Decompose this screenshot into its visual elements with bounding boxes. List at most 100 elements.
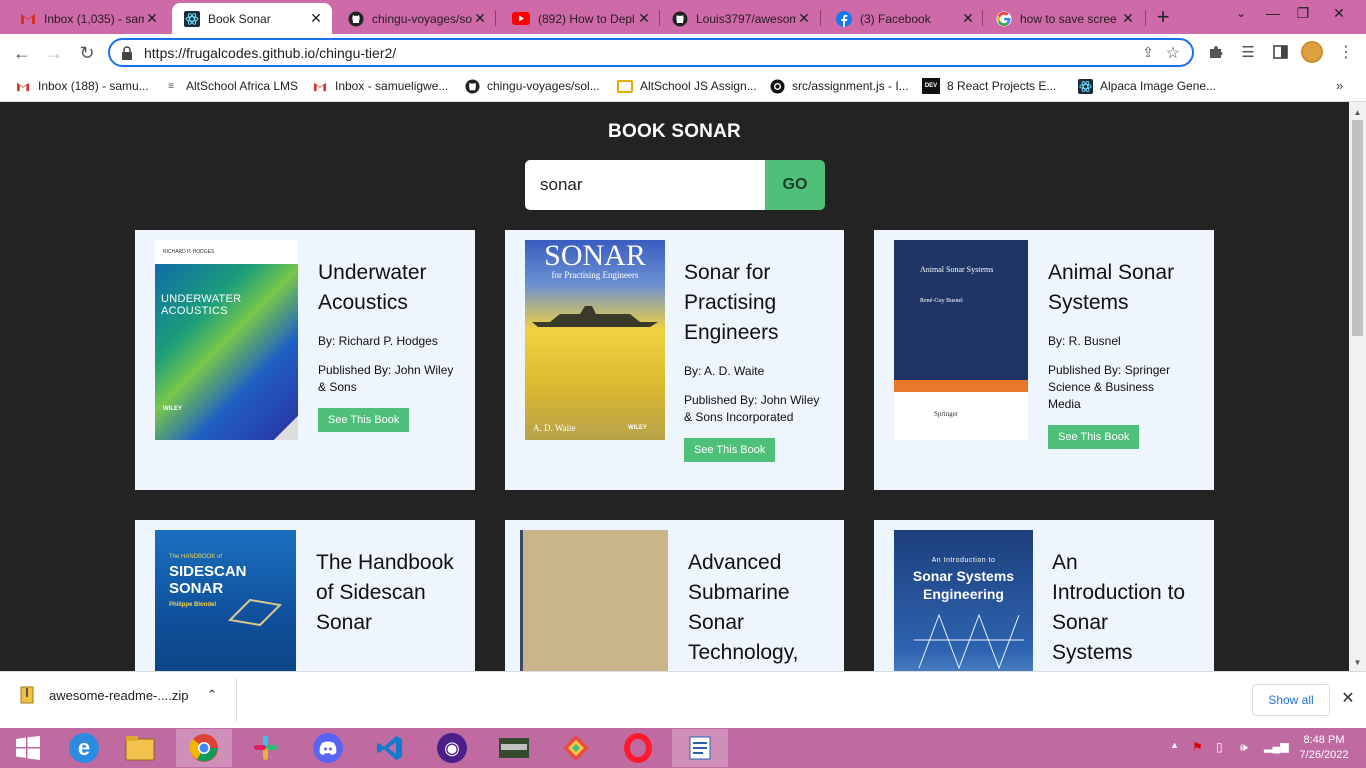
tab-facebook[interactable]: (3) Facebook ✕ (824, 3, 984, 34)
bookmark-item[interactable]: src/assignment.js - I... (769, 77, 909, 95)
file-explorer-icon[interactable] (112, 730, 168, 766)
book-title: An Introduction to Sonar Systems (1052, 551, 1186, 664)
book-card: An Introduction to Sonar Systems Enginee… (874, 520, 1214, 671)
download-item[interactable]: awesome-readme-....zip ⌃ (18, 686, 217, 704)
battery-icon[interactable]: ▯ (1216, 740, 1223, 754)
volume-icon[interactable]: 🕪 (1240, 740, 1248, 755)
tab-gmail-inbox[interactable]: Inbox (1,035) - sam ✕ (8, 3, 168, 34)
forward-arrow-icon[interactable]: → (41, 40, 67, 66)
book-cover-image[interactable]: An Introduction to Sonar Systems Enginee… (894, 530, 1033, 671)
tab-separator (659, 10, 660, 26)
windows-start-icon[interactable] (0, 730, 56, 766)
see-this-book-button[interactable]: See This Book (684, 438, 776, 462)
close-icon[interactable]: ✕ (144, 10, 160, 27)
bookmark-item[interactable]: DEV 8 React Projects E... (922, 77, 1056, 95)
new-tab-plus-icon[interactable]: + (1152, 4, 1174, 29)
minimize-icon[interactable]: — (1262, 2, 1284, 24)
back-arrow-icon[interactable]: ← (9, 40, 35, 66)
book-cover-image[interactable] (520, 530, 668, 671)
dev-icon: DEV (922, 78, 940, 94)
extensions-puzzle-icon[interactable] (1206, 42, 1226, 62)
window-close-icon[interactable]: ✕ (1328, 2, 1350, 24)
share-icon[interactable]: ⇪ (1142, 44, 1154, 61)
network-signal-icon[interactable]: ▂▄▆ (1264, 740, 1289, 753)
go-button[interactable]: GO (765, 160, 825, 210)
bookmark-item[interactable]: Inbox - samueligwe... (312, 77, 448, 95)
tab-search-chevron-icon[interactable]: ⌄ (1230, 2, 1252, 24)
bookmark-item[interactable]: Alpaca Image Gene... (1077, 77, 1216, 95)
tab-separator (982, 10, 983, 26)
git-client-icon[interactable] (548, 730, 604, 766)
see-this-book-button[interactable]: See This Book (318, 408, 410, 432)
profile-avatar[interactable] (1301, 41, 1323, 63)
side-panel-icon[interactable] (1270, 42, 1290, 62)
game-launcher-icon[interactable] (486, 730, 542, 766)
book-info: Sonar for Practising Engineers By: A. D.… (684, 258, 824, 462)
chevron-up-icon[interactable]: ⌃ (206, 687, 217, 703)
show-all-downloads-button[interactable]: Show all (1252, 684, 1330, 716)
more-bookmarks-chevron-icon[interactable]: » (1336, 78, 1343, 93)
book-author: By: A. D. Waite (684, 364, 765, 378)
chrome-icon[interactable] (176, 729, 232, 767)
close-icon[interactable]: ✕ (1120, 10, 1136, 27)
close-icon[interactable]: ✕ (472, 10, 488, 27)
book-title: Underwater Acoustics (318, 261, 427, 314)
cover-publisher: Springer (934, 410, 959, 418)
podcast-app-icon[interactable]: ◉ (424, 730, 480, 766)
address-bar[interactable]: https://frugalcodes.github.io/chingu-tie… (108, 38, 1194, 67)
book-cover-image[interactable]: The HANDBOOK of SIDESCAN SONAR Philippe … (155, 530, 296, 671)
slack-icon[interactable] (238, 730, 294, 766)
opera-icon[interactable] (610, 730, 666, 766)
tab-strip: Inbox (1,035) - sam ✕ Book Sonar ✕ ching… (0, 0, 1366, 34)
flag-alert-icon[interactable]: ⚑ (1192, 740, 1203, 754)
bookmark-item[interactable]: Inbox (188) - samu... (15, 77, 149, 95)
close-icon[interactable]: ✕ (960, 10, 976, 27)
tab-separator (495, 10, 496, 26)
book-cover-image[interactable]: Animal Sonar Systems René-Guy Busnel Spr… (894, 240, 1028, 440)
search-input[interactable] (525, 160, 765, 210)
more-menu-icon[interactable]: ⋮ (1336, 42, 1356, 62)
book-author: By: Richard P. Hodges (318, 334, 438, 348)
tab-title: (3) Facebook (860, 11, 931, 26)
vscode-icon[interactable] (362, 730, 418, 766)
bookmark-item[interactable]: ≡ AltSchool Africa LMS (163, 77, 298, 95)
close-icon[interactable]: ✕ (796, 10, 812, 27)
scrollbar-thumb[interactable] (1352, 120, 1363, 336)
clock-date: 7/26/2022 (1299, 749, 1349, 761)
youtube-icon (512, 12, 530, 25)
reload-icon[interactable]: ↻ (74, 40, 100, 66)
tray-chevron-up-icon[interactable]: ▲ (1170, 740, 1179, 750)
tab-chingu-voyages[interactable]: chingu-voyages/so ✕ (336, 3, 496, 34)
gmail-icon (20, 12, 36, 25)
scroll-up-arrow-icon[interactable]: ▲ (1352, 107, 1363, 117)
book-cover-image[interactable]: SONAR for Practising Engineers A. D. Wai… (525, 240, 665, 440)
bookmark-label: Inbox (188) - samu... (38, 79, 149, 93)
system-clock[interactable]: 8:48 PM 7/26/2022 (1290, 733, 1358, 763)
media-queue-icon[interactable]: ☰ (1238, 42, 1258, 62)
wordpad-icon[interactable] (672, 729, 728, 767)
restore-icon[interactable]: ❐ (1292, 2, 1314, 24)
bookmark-label: AltSchool Africa LMS (186, 79, 299, 93)
tab-youtube[interactable]: (892) How to Depl ✕ (500, 3, 660, 34)
bookmark-label: AltSchool JS Assign... (640, 79, 757, 93)
discord-icon[interactable] (300, 730, 356, 766)
tab-louis-awesome[interactable]: Louis3797/awesom ✕ (660, 3, 820, 34)
bookmark-item[interactable]: AltSchool JS Assign... (617, 77, 757, 95)
close-icon[interactable]: ✕ (1340, 690, 1356, 707)
book-publisher: Published By: Springer Science & Busines… (1048, 363, 1171, 411)
book-card: Animal Sonar Systems René-Guy Busnel Spr… (874, 230, 1214, 490)
cover-subtitle: The HANDBOOK of (169, 554, 223, 560)
scroll-down-arrow-icon[interactable]: ▼ (1352, 657, 1363, 667)
cover-title: SONAR (544, 240, 646, 272)
bookmarks-bar: Inbox (188) - samu... ≡ AltSchool Africa… (0, 71, 1366, 102)
bookmark-star-icon[interactable]: ☆ (1166, 43, 1180, 63)
see-this-book-button[interactable]: See This Book (1048, 425, 1140, 449)
tab-google-search[interactable]: how to save scree ✕ (984, 3, 1144, 34)
bookmark-item[interactable]: chingu-voyages/sol... (464, 77, 600, 95)
close-icon[interactable]: ✕ (308, 10, 324, 27)
internet-explorer-icon[interactable]: e (56, 730, 112, 766)
tab-book-sonar[interactable]: Book Sonar ✕ (172, 3, 332, 34)
tab-title: Inbox (1,035) - sam (44, 11, 144, 26)
book-cover-image[interactable]: RICHARD P. HODGES UNDERWATER ACOUSTICS W… (155, 240, 298, 440)
close-icon[interactable]: ✕ (636, 10, 652, 27)
